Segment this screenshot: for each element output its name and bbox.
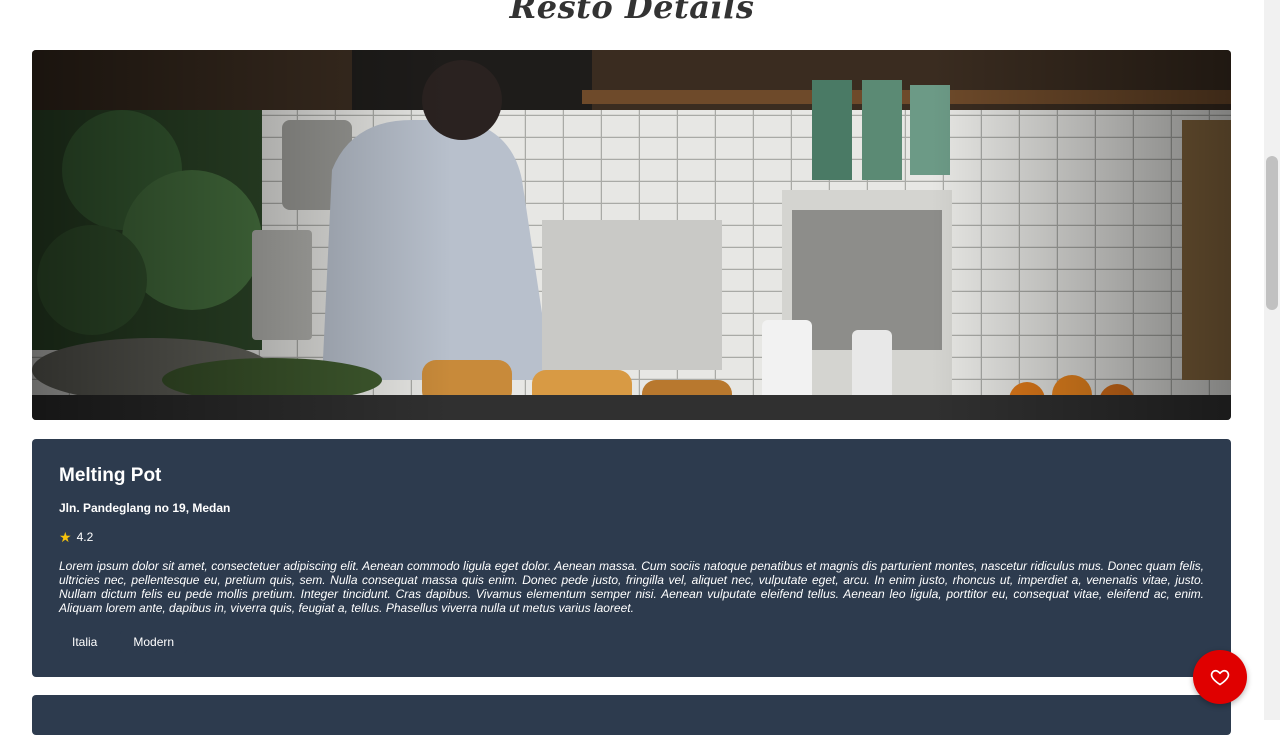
category-list: Italia Modern — [59, 631, 188, 653]
category-chip: Italia — [59, 631, 111, 653]
hero-image — [32, 50, 1231, 420]
resto-description: Lorem ipsum dolor sit amet, consectetuer… — [59, 559, 1204, 615]
resto-rating: ★ 4.2 — [59, 530, 93, 544]
star-icon: ★ — [59, 529, 72, 545]
resto-detail-card: Melting Pot Jln. Pandeglang no 19, Medan… — [32, 439, 1231, 677]
heart-icon — [1210, 669, 1230, 686]
favorite-button[interactable] — [1193, 650, 1247, 704]
category-chip: Modern — [120, 631, 188, 653]
resto-name: Melting Pot — [59, 465, 162, 486]
page-scrollbar[interactable] — [1264, 0, 1280, 720]
page-title: Resto Details — [509, 0, 755, 26]
rating-value: 4.2 — [76, 530, 94, 544]
scrollbar-thumb[interactable] — [1266, 156, 1278, 310]
resto-address: Jln. Pandeglang no 19, Medan — [59, 501, 231, 515]
next-section-card — [32, 695, 1231, 735]
hero-illustration — [32, 50, 1231, 420]
